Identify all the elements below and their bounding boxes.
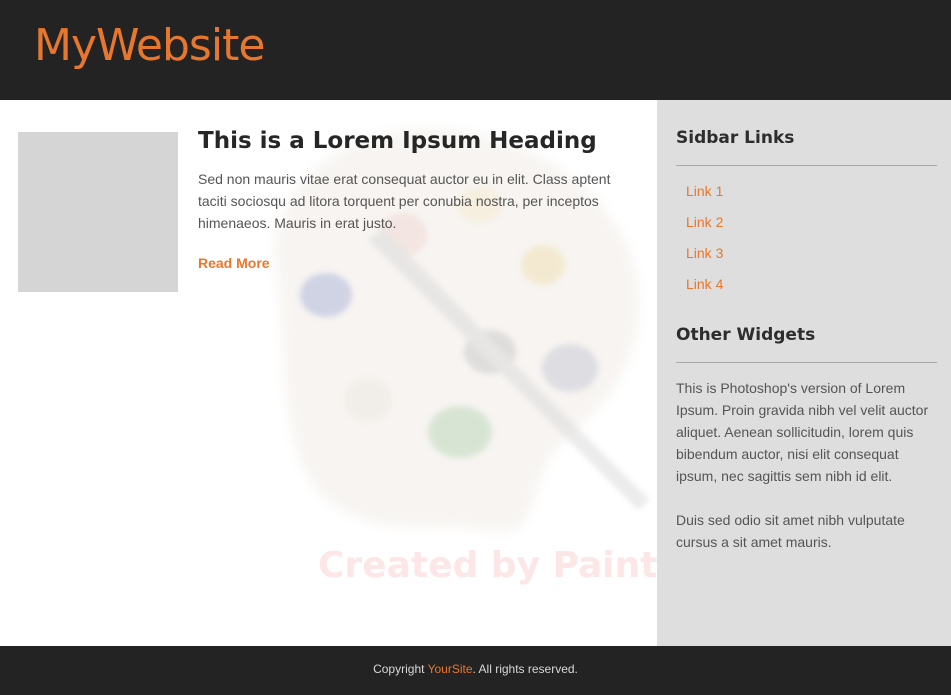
list-item: Link 4 — [686, 275, 723, 306]
other-widgets-heading: Other Widgets — [676, 325, 816, 345]
sidebar: Sidbar Links Link 1 Link 2 Link 3 Link 4… — [657, 100, 951, 646]
site-header: MyWebsite — [0, 0, 951, 100]
widget-paragraph: Duis sed odio sit amet nibh vulputate cu… — [676, 512, 905, 550]
sidebar-link-1[interactable]: Link 1 — [686, 183, 723, 199]
footer-site-link[interactable]: YourSite — [428, 662, 473, 676]
copyright-suffix: . All rights reserved. — [472, 662, 578, 676]
sidebar-link-3[interactable]: Link 3 — [686, 245, 723, 261]
list-item: Link 3 — [686, 244, 723, 275]
sidebar-link-list: Link 1 Link 2 Link 3 Link 4 — [686, 182, 723, 306]
sidebar-links-heading: Sidbar Links — [676, 128, 795, 148]
post-heading: This is a Lorem Ipsum Heading — [198, 128, 597, 154]
main-content: Created by Paint S This is a Lorem Ipsum… — [0, 100, 657, 646]
post-thumbnail-placeholder — [18, 132, 178, 292]
sidebar-link-2[interactable]: Link 2 — [686, 214, 723, 230]
site-footer: Copyright YourSite. All rights reserved. — [0, 646, 951, 695]
list-item: Link 2 — [686, 213, 723, 244]
widget-paragraph: This is Photoshop's version of Lorem Ips… — [676, 380, 929, 484]
list-item: Link 1 — [686, 182, 723, 213]
post-excerpt: Sed non mauris vitae erat consequat auct… — [198, 171, 611, 231]
copyright-prefix: Copyright — [373, 662, 428, 676]
copyright-notice: Copyright YourSite. All rights reserved. — [0, 646, 951, 676]
read-more-link[interactable]: Read More — [198, 255, 270, 271]
sidebar-divider — [676, 165, 937, 166]
watermark-text: Created by Paint S — [318, 545, 657, 586]
site-logo[interactable]: MyWebsite — [34, 18, 265, 74]
sidebar-link-4[interactable]: Link 4 — [686, 276, 723, 292]
sidebar-divider — [676, 362, 937, 363]
